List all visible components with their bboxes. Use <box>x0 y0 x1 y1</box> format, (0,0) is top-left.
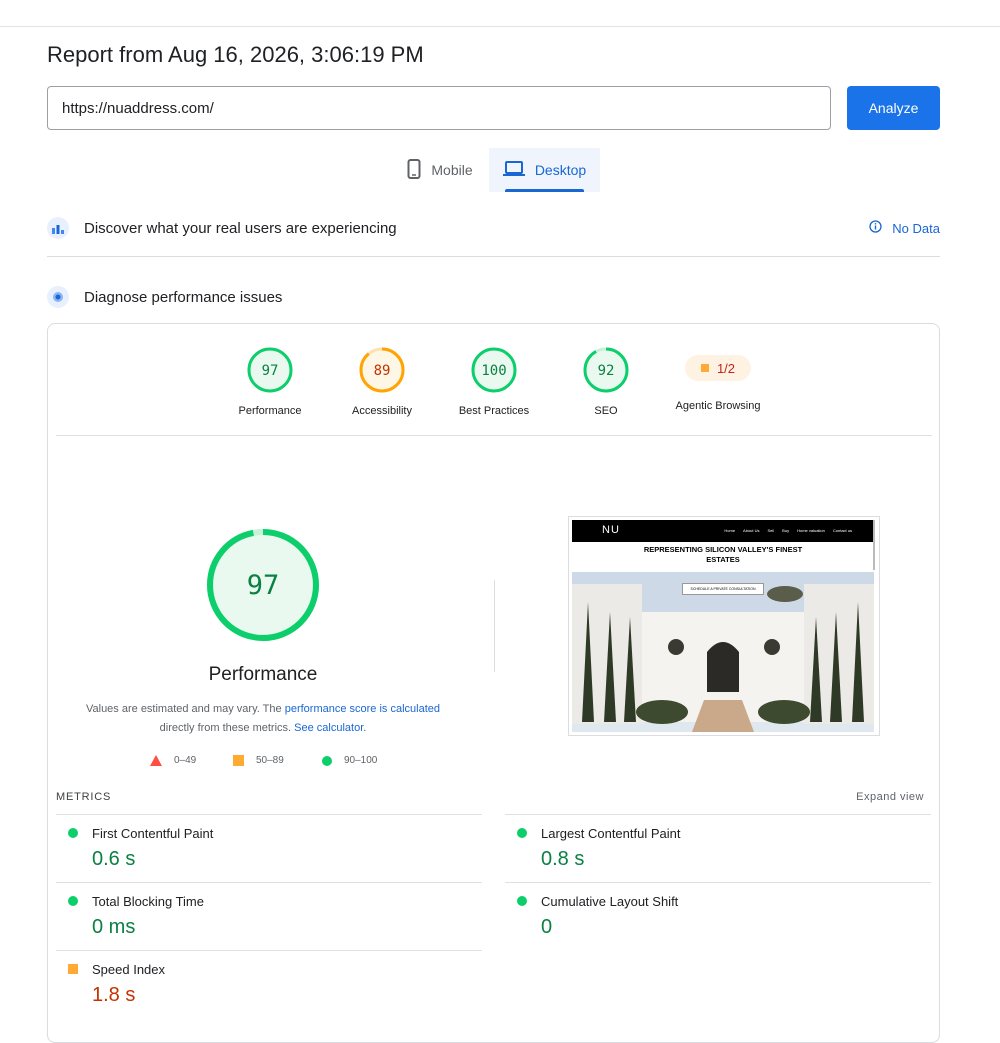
site-header: NU Home About Us Sell Buy Home valuation Cont… <box>572 520 874 542</box>
users-chart-icon <box>47 217 69 239</box>
legend-fail: 0–49 <box>150 755 196 766</box>
estate-photo <box>572 572 874 732</box>
circle-icon <box>322 755 332 766</box>
card-divider <box>56 435 932 436</box>
gauge-label: Agentic Browsing <box>675 400 761 412</box>
metric-cls: Cumulative Layout Shift 0 <box>505 882 931 950</box>
metric-lcp: Largest Contentful Paint 0.8 s <box>505 814 931 882</box>
analyze-button[interactable]: Analyze <box>847 86 940 130</box>
svg-text:97: 97 <box>247 570 280 601</box>
site-logo: NU <box>602 524 620 536</box>
svg-text:100: 100 <box>481 363 506 379</box>
lighthouse-icon <box>47 286 69 308</box>
metric-fcp: First Contentful Paint 0.6 s <box>56 814 482 882</box>
svg-text:92: 92 <box>598 363 615 379</box>
page-title: Report from Aug 16, 2026, 3:06:19 PM <box>47 42 424 67</box>
see-calculator-link[interactable]: See calculator. <box>294 722 366 734</box>
triangle-icon <box>150 755 162 766</box>
legend-average: 50–89 <box>233 755 284 766</box>
tab-mobile[interactable]: Mobile <box>395 148 485 192</box>
site-headline: REPRESENTING SILICON VALLEY'S FINEST EST… <box>643 545 803 564</box>
metric-value: 0 <box>541 916 553 938</box>
svg-text:89: 89 <box>374 363 391 379</box>
score-note: Values are estimated and may vary. The p… <box>85 703 440 734</box>
final-screenshot[interactable]: NU Home About Us Sell Buy Home valuation Cont… <box>568 516 880 736</box>
performance-gauge-large: 97 <box>207 529 319 641</box>
agentic-score: 1/2 <box>716 360 736 376</box>
gauge-label: Performance <box>238 405 302 417</box>
scrollbar <box>873 520 875 570</box>
gauge-accessibility[interactable]: 89 Accessibility <box>326 346 438 417</box>
crux-section: Discover what your real users are experi… <box>47 217 940 239</box>
crux-title: Discover what your real users are experi… <box>84 219 397 237</box>
metrics-heading: METRICS <box>56 791 112 803</box>
gauge-label: SEO <box>594 405 618 417</box>
average-square-icon <box>68 964 78 974</box>
gauge-ring: 97 <box>247 347 293 393</box>
metric-name: Cumulative Layout Shift <box>541 894 679 909</box>
metric-tbt: Total Blocking Time 0 ms <box>56 882 482 950</box>
gauge-label: Accessibility <box>352 405 412 417</box>
url-input[interactable] <box>47 86 831 130</box>
active-tab-indicator <box>505 189 584 192</box>
metric-value: 0.6 s <box>92 848 136 870</box>
square-icon <box>233 755 244 766</box>
pass-circle-icon <box>517 828 527 838</box>
tab-label: Mobile <box>431 162 473 178</box>
gauge-ring: 100 <box>471 347 517 393</box>
info-icon <box>869 220 882 236</box>
average-square-icon <box>700 364 709 372</box>
site-nav: Home About Us Sell Buy Home valuation Contact… <box>724 528 852 533</box>
tab-label: Desktop <box>534 162 587 178</box>
pass-circle-icon <box>68 828 78 838</box>
gauge-ring: 92 <box>583 347 629 393</box>
gauge-seo[interactable]: 92 SEO <box>550 346 662 417</box>
metric-value: 1.8 s <box>92 984 136 1006</box>
metric-value: 0 ms <box>92 916 136 938</box>
no-data-label: No Data <box>892 220 940 236</box>
diagnose-title: Diagnose performance issues <box>84 288 283 306</box>
metric-name: Total Blocking Time <box>92 894 204 909</box>
score-calculated-link[interactable]: performance score is calculated <box>285 703 440 715</box>
gauge-agentic-browsing[interactable]: 1/2 Agentic Browsing <box>662 346 774 412</box>
consultation-button: SCHEDULE A PRIVATE CONSULTATION <box>682 583 764 595</box>
laptop-icon <box>502 160 525 180</box>
svg-text:97: 97 <box>262 363 279 379</box>
metric-speed-index: Speed Index 1.8 s <box>56 950 482 1018</box>
no-data-link[interactable]: No Data <box>869 220 940 236</box>
performance-label: Performance <box>208 664 318 685</box>
gauge-performance[interactable]: 97 Performance <box>214 346 326 417</box>
section-divider <box>47 256 940 257</box>
pass-circle-icon <box>517 896 527 906</box>
gauge-label: Best Practices <box>458 405 530 417</box>
pass-circle-icon <box>68 896 78 906</box>
diagnose-section: Diagnose performance issues <box>47 286 940 308</box>
top-divider <box>0 26 1000 27</box>
legend-pass: 90–100 <box>322 755 377 766</box>
gauge-best-practices[interactable]: 100 Best Practices <box>438 346 550 417</box>
gauge-ring: 89 <box>359 347 405 393</box>
vertical-separator <box>494 580 495 672</box>
tab-desktop[interactable]: Desktop <box>489 148 600 192</box>
metric-name: First Contentful Paint <box>92 826 214 841</box>
metric-name: Speed Index <box>92 962 166 977</box>
agentic-badge: 1/2 <box>685 355 751 381</box>
metric-name: Largest Contentful Paint <box>541 826 681 841</box>
smartphone-icon <box>407 158 421 182</box>
metric-value: 0.8 s <box>541 848 585 870</box>
expand-view-button[interactable]: Expand view <box>856 791 924 803</box>
